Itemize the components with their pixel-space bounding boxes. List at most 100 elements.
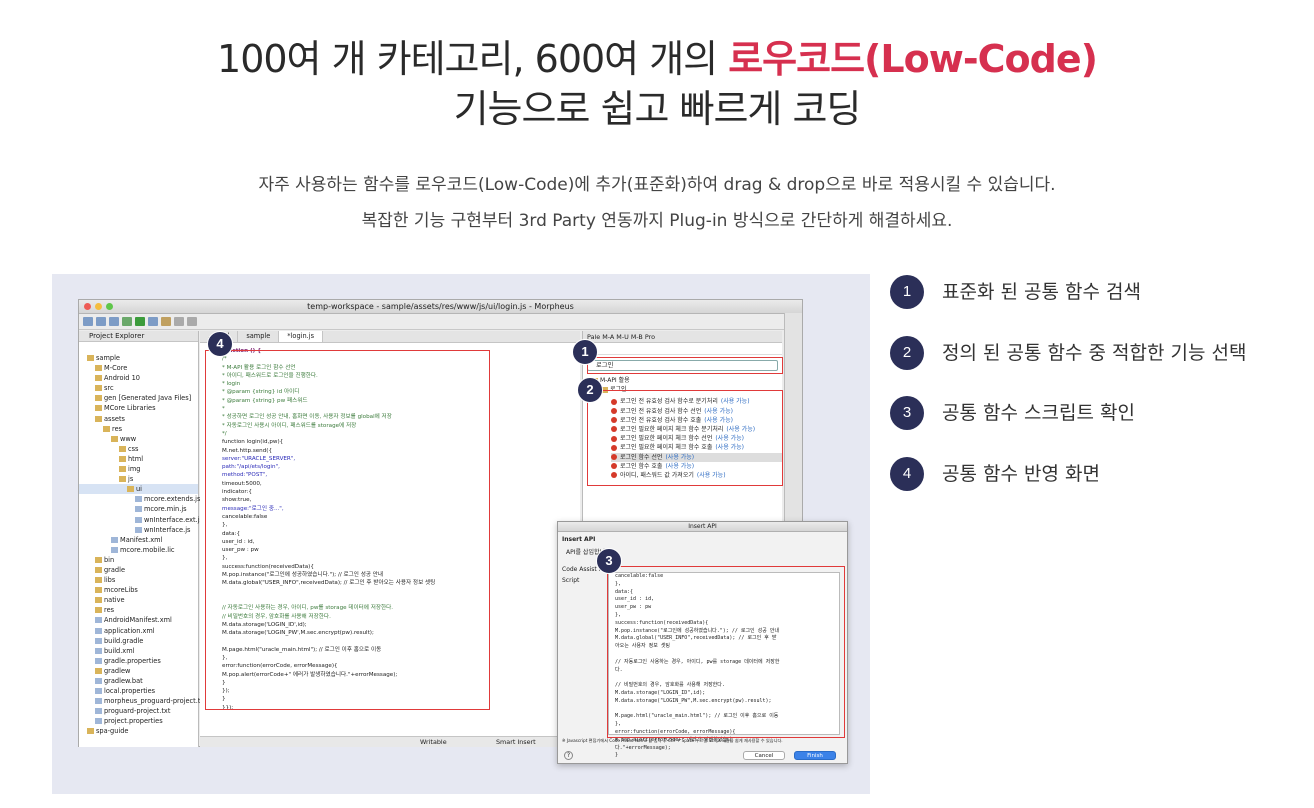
- hero-desc-line1: 자주 사용하는 함수를 로우코드(Low-Code)에 추가(표준화)하여 dr…: [258, 175, 1056, 195]
- tree-item[interactable]: src: [79, 383, 198, 393]
- tree-item[interactable]: local.properties: [79, 686, 198, 696]
- tree-item[interactable]: gradle.properties: [79, 656, 198, 666]
- tab-login-js[interactable]: *login.js: [279, 331, 324, 342]
- tree-item[interactable]: www: [79, 434, 198, 444]
- tree-item[interactable]: M-Core: [79, 363, 198, 373]
- tree-item-label: img: [128, 465, 141, 474]
- folder-icon: [95, 365, 102, 372]
- folder-icon: [95, 566, 102, 573]
- nav-back-icon[interactable]: [174, 317, 184, 326]
- tree-item-label: mcore.extends.js: [144, 495, 201, 504]
- tree-item[interactable]: res: [79, 424, 198, 434]
- tree-item[interactable]: gen [Generated Java Files]: [79, 393, 198, 403]
- window-title: temp-workspace - sample/assets/res/www/j…: [307, 302, 574, 311]
- editor-tabs: ...html sample *login.js: [200, 331, 580, 343]
- new-icon[interactable]: [83, 317, 93, 326]
- tree-item[interactable]: mcoreLibs: [79, 585, 198, 595]
- folder-icon: [95, 597, 102, 604]
- tree-item[interactable]: mcore.min.js: [79, 504, 198, 514]
- hero-title-text: 100여 개 카테고리, 600여 개의: [217, 37, 729, 81]
- tree-item[interactable]: application.xml: [79, 626, 198, 636]
- tree-item[interactable]: mcore.extends.js: [79, 494, 201, 504]
- tree-item[interactable]: build.gradle: [79, 636, 198, 646]
- tree-item[interactable]: gradlew: [79, 666, 198, 676]
- tree-item-label: wnInterface.ext.js: [144, 515, 203, 524]
- legend-item: 2 정의 된 공통 함수 중 적합한 기능 선택: [890, 336, 1290, 370]
- folder-icon: [95, 385, 102, 392]
- tab-sample[interactable]: sample: [238, 331, 280, 342]
- tree-item[interactable]: mcore.mobile.lic: [79, 545, 198, 555]
- tree-item[interactable]: ui: [79, 484, 198, 495]
- tree-item[interactable]: img: [79, 464, 198, 474]
- legend-text: 공통 함수 스크립트 확인: [942, 402, 1135, 424]
- tree-item[interactable]: gradlew.bat: [79, 676, 198, 686]
- ide-titlebar: temp-workspace - sample/assets/res/www/j…: [79, 300, 802, 314]
- tree-item[interactable]: sample: [79, 353, 198, 363]
- tree-item[interactable]: spa-guide: [79, 726, 198, 736]
- tree-item[interactable]: libs: [79, 575, 198, 585]
- save-icon[interactable]: [96, 317, 106, 326]
- run-icon[interactable]: [135, 317, 145, 326]
- tree-item-label: spa-guide: [96, 727, 129, 736]
- highlight-box-search: [587, 357, 783, 374]
- folder-icon: [95, 607, 102, 614]
- file-icon: [111, 546, 118, 553]
- minimize-window-button[interactable]: [95, 303, 102, 310]
- hero-title-highlight: 로우코드(Low-Code): [728, 37, 1098, 81]
- tree-item[interactable]: MCore Libraries: [79, 403, 198, 413]
- legend-item: 1 표준화 된 공통 함수 검색: [890, 275, 1290, 309]
- tree-item[interactable]: AndroidManifest.xml: [79, 615, 198, 625]
- tree-item-label: application.xml: [104, 626, 155, 635]
- tree-item[interactable]: js: [79, 474, 198, 484]
- script-label: Script: [562, 577, 580, 584]
- tree-item[interactable]: proguard-project.txt: [79, 706, 198, 716]
- tree-item[interactable]: Android 10: [79, 373, 198, 383]
- file-icon: [95, 688, 102, 695]
- tree-item[interactable]: Manifest.xml: [79, 535, 198, 545]
- folder-icon: [95, 587, 102, 594]
- debug-icon[interactable]: [122, 317, 132, 326]
- lowcode-tabs[interactable]: Pale M-A M-U M-B Pro: [583, 331, 782, 343]
- tree-item-label: gradle.properties: [104, 656, 161, 665]
- highlight-box-api-list: [587, 390, 783, 486]
- print-icon[interactable]: [109, 317, 119, 326]
- cancel-button[interactable]: Cancel: [743, 751, 785, 760]
- api-tree-head[interactable]: M-API 활용: [591, 376, 782, 385]
- tree-item[interactable]: bin: [79, 555, 198, 565]
- close-window-button[interactable]: [84, 303, 91, 310]
- tree-item[interactable]: native: [79, 595, 198, 605]
- tree-item[interactable]: project.properties: [79, 716, 198, 726]
- tree-item-label: mcoreLibs: [104, 586, 138, 595]
- file-icon: [135, 506, 142, 513]
- tree-item-label: build.gradle: [104, 636, 144, 645]
- tree-item[interactable]: css: [79, 444, 198, 454]
- status-insert-mode: Smart Insert: [496, 738, 536, 746]
- folder-icon: [95, 577, 102, 584]
- tree-item[interactable]: assets: [79, 414, 198, 424]
- finish-button[interactable]: Finish: [794, 751, 836, 760]
- tree-item-label: assets: [104, 414, 125, 423]
- tree-item[interactable]: morpheus_proguard-project.txt: [79, 696, 207, 706]
- tree-item-label: bin: [104, 555, 115, 564]
- tree-item[interactable]: gradle: [79, 565, 198, 575]
- highlight-box-script: [607, 566, 845, 738]
- tree-item-label: www: [120, 434, 137, 443]
- tree-item[interactable]: res: [79, 605, 198, 615]
- tree-item-label: mcore.mobile.lic: [120, 545, 175, 554]
- folder-icon: [95, 667, 102, 674]
- build-icon[interactable]: [148, 317, 158, 326]
- tree-item[interactable]: html: [79, 454, 198, 464]
- lowcode-toolbar: [583, 343, 782, 355]
- badge-3: 3: [596, 548, 622, 574]
- tree-item[interactable]: wnInterface.js: [79, 525, 198, 535]
- file-icon: [95, 708, 102, 715]
- search-tool-icon[interactable]: [161, 317, 171, 326]
- tree-item[interactable]: wnInterface.ext.js: [79, 515, 203, 525]
- help-icon[interactable]: ?: [564, 751, 573, 760]
- window-controls: [84, 303, 113, 310]
- maximize-window-button[interactable]: [106, 303, 113, 310]
- nav-forward-icon[interactable]: [187, 317, 197, 326]
- project-tree: sample M-Core Android 10 src gen [Generated …: [79, 342, 207, 737]
- tree-item[interactable]: build.xml: [79, 646, 198, 656]
- tree-item-label: wnInterface.js: [144, 525, 191, 534]
